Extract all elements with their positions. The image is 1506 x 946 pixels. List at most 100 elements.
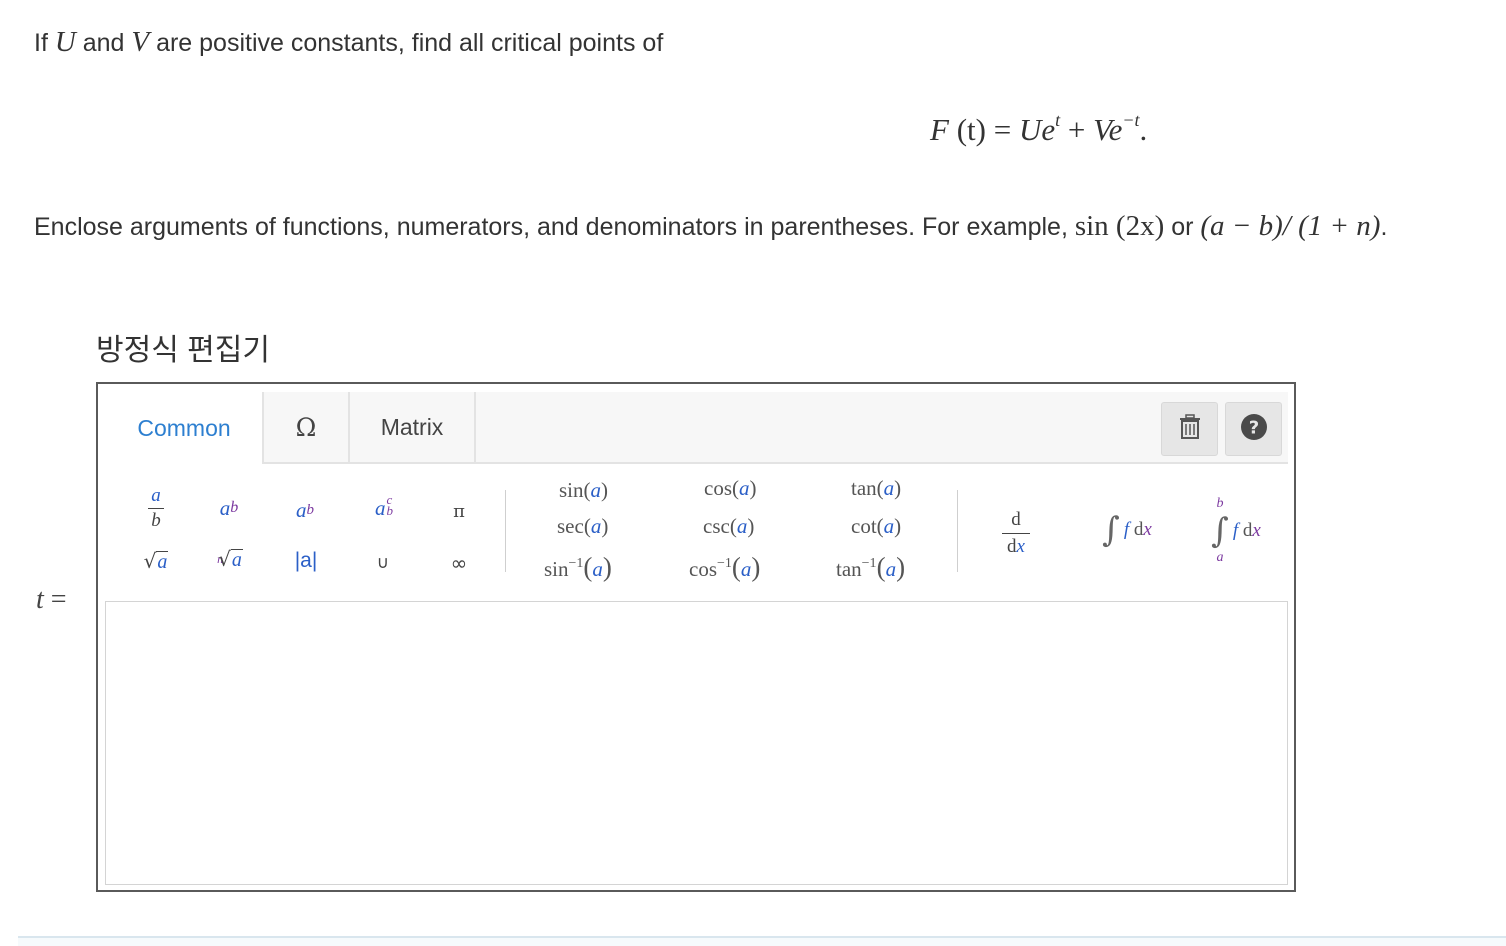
formula-f: F: [930, 112, 949, 147]
arccos-label: cos: [689, 557, 717, 581]
subsup-button[interactable]: a c b: [362, 490, 406, 526]
fraction-button[interactable]: a b: [136, 482, 176, 534]
formula-arg: (t) =: [948, 112, 1019, 147]
integral-button[interactable]: ∫ f dx: [1086, 502, 1168, 558]
infinity-button[interactable]: ∞: [442, 548, 476, 578]
union-button[interactable]: ∪: [368, 548, 398, 578]
instruction-or: or: [1164, 213, 1201, 241]
derivative-d: d: [1007, 535, 1017, 557]
arctan-arg: a: [885, 557, 897, 581]
definite-integral-button[interactable]: b ∫ a f dx: [1188, 482, 1284, 580]
formula-e1: e: [1041, 112, 1056, 147]
csc-arg: a: [736, 514, 748, 538]
arctan-label: tan: [836, 557, 862, 581]
subsup-base: a: [375, 495, 386, 520]
help-button[interactable]: ?: [1225, 402, 1282, 456]
function-formula: F (t) = Uet + Ve−t.: [930, 110, 1148, 148]
tan-label: tan: [851, 476, 877, 500]
example-sin: sin (2x): [1074, 210, 1165, 242]
formula-u: U: [1018, 112, 1042, 147]
fraction-numerator: a: [151, 484, 161, 506]
equation-editor-title: 방정식 편집기: [96, 334, 270, 367]
tan-arg: a: [883, 476, 895, 500]
math-input-area[interactable]: [105, 601, 1288, 885]
absolute-value-button[interactable]: |a|: [284, 544, 328, 578]
arccos-arg: a: [740, 557, 752, 581]
instruction-end: .: [1380, 213, 1388, 241]
sqrt-argument: a: [156, 550, 169, 573]
palette-divider: [505, 490, 506, 572]
arcsin-arg: a: [592, 557, 603, 581]
sin-arg: a: [590, 478, 602, 502]
question-prefix: If: [34, 29, 55, 57]
var-u: U: [54, 26, 76, 58]
bottom-panel-edge: [18, 936, 1506, 946]
integral-d: d: [1133, 519, 1144, 540]
cot-label: cot: [851, 514, 877, 538]
tan-button[interactable]: tan(a): [851, 476, 901, 501]
abs-symbol: |a|: [294, 549, 318, 572]
definite-integral-f: f: [1232, 520, 1239, 541]
power-button[interactable]: ab: [208, 490, 250, 526]
trash-icon: [1178, 413, 1202, 445]
sin-button[interactable]: sin(a): [559, 478, 608, 503]
arccos-exp: −1: [717, 556, 732, 571]
integral-x: x: [1143, 519, 1152, 540]
upper-limit: b: [1216, 496, 1224, 511]
example-fraction: (a − b)/ (1 + n): [1200, 210, 1381, 242]
question-suffix: are positive constants, find all critica…: [149, 29, 664, 57]
cos-button[interactable]: cos(a): [704, 476, 757, 501]
formula-e2: e: [1108, 112, 1123, 147]
var-v: V: [131, 26, 150, 58]
answer-label: t =: [36, 584, 67, 616]
sin-label: sin: [559, 478, 584, 502]
integral-sign: ∫: [1102, 510, 1120, 550]
tab-matrix[interactable]: Matrix: [350, 392, 476, 462]
instruction-text: Enclose arguments of functions, numerato…: [34, 210, 1387, 243]
fraction-denominator: b: [151, 509, 161, 531]
cos-label: cos: [704, 476, 732, 500]
sec-arg: a: [590, 514, 602, 538]
question-circle-icon: ?: [1240, 413, 1268, 446]
formula-exp2: −t: [1122, 110, 1140, 130]
formula-plus: +: [1060, 112, 1094, 147]
formula-end: .: [1139, 112, 1148, 147]
definite-integral-x: x: [1252, 520, 1261, 541]
answer-var: t: [36, 584, 44, 615]
tab-common[interactable]: Common: [106, 392, 264, 464]
arcsin-label: sin: [544, 557, 569, 581]
subscript-base: a: [296, 497, 307, 522]
arcsin-exp: −1: [568, 556, 584, 571]
union-symbol: ∪: [376, 553, 390, 573]
cot-arg: a: [883, 514, 895, 538]
cot-button[interactable]: cot(a): [851, 514, 901, 539]
sqrt-button[interactable]: √ a: [134, 544, 178, 578]
clear-button[interactable]: [1161, 402, 1218, 456]
instruction-body: Enclose arguments of functions, numerato…: [34, 213, 1075, 241]
arcsin-button[interactable]: sin−1(a): [544, 552, 612, 583]
infinity-symbol: ∞: [450, 551, 468, 575]
sec-label: sec: [557, 514, 584, 538]
tab-symbols[interactable]: Ω: [264, 392, 350, 462]
integral-sign: ∫: [1211, 511, 1229, 551]
pi-symbol: π: [453, 500, 465, 522]
question-and: and: [75, 29, 132, 57]
arctan-button[interactable]: tan−1(a): [836, 552, 905, 583]
derivative-button[interactable]: d dx: [996, 502, 1036, 564]
csc-label: csc: [703, 514, 730, 538]
derivative-x: x: [1016, 535, 1025, 557]
nth-root-button[interactable]: n √ a: [208, 540, 252, 578]
subscript-button[interactable]: ab: [284, 494, 326, 526]
answer-equals: =: [43, 584, 67, 615]
arctan-exp: −1: [861, 556, 877, 571]
formula-v: V: [1093, 112, 1109, 147]
sec-button[interactable]: sec(a): [557, 514, 608, 539]
lower-limit: a: [1216, 550, 1224, 565]
root-argument: a: [230, 548, 243, 571]
power-base: a: [219, 495, 231, 520]
question-text: If U and V are positive constants, find …: [34, 26, 663, 59]
equation-editor: Common Ω Matrix ? a b ab a b a c b π √ a…: [96, 382, 1296, 892]
csc-button[interactable]: csc(a): [703, 514, 754, 539]
arccos-button[interactable]: cos−1(a): [689, 552, 760, 583]
pi-button[interactable]: π: [444, 496, 474, 526]
